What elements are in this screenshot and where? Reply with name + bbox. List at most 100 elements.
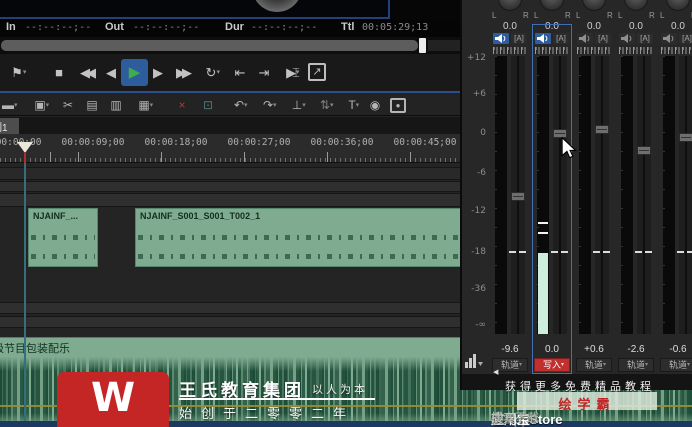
scrollbar-thumb[interactable] (1, 40, 418, 51)
fader-handle[interactable] (679, 133, 692, 142)
automation-mode-dropdown[interactable]: 轨道 ▾ (576, 358, 612, 372)
solo-button[interactable]: [A] (511, 33, 527, 44)
automation-mode-dropdown[interactable]: 轨道 ▾ (618, 358, 654, 372)
fader-db-value[interactable]: -9.6 (487, 344, 533, 355)
pan-value[interactable]: 0.0 (491, 21, 529, 32)
paste-button[interactable]: ▥ (107, 97, 125, 114)
title-tool-button[interactable]: T ▾ (340, 97, 364, 114)
pan-knob[interactable] (540, 0, 564, 11)
redo-dropdown-icon[interactable]: ▾ (273, 97, 277, 114)
mixer-channel-5: LR0.0[A]-0.6轨道 ▾ (659, 0, 692, 390)
pan-knob[interactable] (498, 0, 522, 11)
save-button[interactable]: ▣ ▾ (27, 97, 53, 114)
pan-left-label: L (492, 11, 497, 20)
voiceover-button[interactable]: ● (390, 98, 406, 113)
audio-clip-1-name: NJAINF_... (33, 211, 79, 221)
add-cut-point-dropdown-icon[interactable]: ▾ (302, 97, 306, 114)
fader-track[interactable] (677, 56, 692, 334)
fader-track[interactable] (593, 56, 610, 334)
solo-button[interactable]: [A] (637, 33, 653, 44)
automation-dropdown-arrow[interactable]: ▾ (519, 359, 522, 371)
unity-mark-right (603, 251, 610, 253)
copy-button[interactable]: ▤ (83, 97, 101, 114)
mixer-channel-1: L R 0.0 [A] -9.6 轨道 ▾ (491, 0, 529, 390)
mixer-channel-strips: L R 0.0 [A] -9.6 轨道 ▾ L R 0.0 [A] 0.0 写入 ▾ L R 0.0 [A] +… (462, 0, 692, 390)
out-value: --:--:--;-- (133, 22, 200, 33)
monitor-speaker-icon[interactable]: ◀ (493, 368, 498, 376)
level-meter (579, 56, 591, 334)
add-cut-point-button[interactable]: ⊥ ▾ (284, 97, 310, 114)
delete-button[interactable]: × (174, 97, 190, 114)
jump-to-in-button[interactable]: ⇤ (231, 62, 249, 84)
save-dropdown-icon[interactable]: ▾ (46, 97, 50, 114)
unity-mark-right (645, 251, 652, 253)
redo-button[interactable]: ↷ ▾ (255, 97, 281, 114)
fader-db-value[interactable]: +0.6 (571, 344, 617, 355)
automation-dropdown-arrow[interactable]: ▾ (687, 359, 690, 371)
next-edit-point-button[interactable]: ▶⌶ ▾ (277, 62, 305, 84)
playhead-ruler-line (24, 152, 26, 163)
fader-track[interactable] (635, 56, 652, 334)
play-button[interactable]: ▶ (121, 59, 148, 86)
speaker-mute-button[interactable] (619, 33, 635, 44)
fast-forward-button[interactable]: ▶▶ (168, 62, 196, 84)
pan-scale-ticks (619, 47, 653, 54)
pan-knob[interactable] (624, 0, 648, 11)
undo-button[interactable]: ↶ ▾ (226, 97, 252, 114)
timeline-menu-dropdown-icon[interactable]: ▾ (14, 97, 18, 114)
timeline-menu-button[interactable]: ▬ ▾ (0, 97, 18, 114)
cut-button[interactable]: ✂ (59, 97, 77, 114)
capture-button[interactable]: ◉ (366, 97, 384, 114)
pan-value[interactable]: 0.0 (575, 21, 613, 32)
undo-dropdown-icon[interactable]: ▾ (244, 97, 248, 114)
fader-db-value[interactable]: -2.6 (613, 344, 659, 355)
next-frame-button[interactable]: ▶ (150, 62, 166, 84)
automation-dropdown-arrow[interactable]: ▾ (645, 359, 648, 371)
clip1-waveform-left (31, 235, 95, 240)
ruler-label: 00:00:18;00 (144, 137, 208, 148)
pan-left-label: L (618, 11, 623, 20)
loop-playback-button[interactable]: ↻ ▾ (198, 62, 224, 84)
speaker-mute-button[interactable] (577, 33, 593, 44)
duplicate-button[interactable]: ▦ ▾ (131, 97, 157, 114)
pan-value[interactable]: 0.0 (617, 21, 655, 32)
rewind-button[interactable]: ◀◀ (72, 62, 100, 84)
solo-button[interactable]: [A] (595, 33, 611, 44)
level-meter (621, 56, 633, 334)
playhead-line[interactable] (24, 163, 26, 427)
ttl-value: 00:05:29;13 (362, 22, 429, 33)
stop-button[interactable]: ■ (50, 62, 68, 84)
scrollbar-handle[interactable] (419, 38, 426, 53)
ripple-mode-button[interactable]: ⇅ ▾ (312, 97, 338, 114)
speaker-mute-button[interactable] (493, 33, 509, 44)
marker-flag-button[interactable]: ⚑ ▾ (6, 62, 28, 84)
title-tool-dropdown-icon[interactable]: ▾ (356, 97, 360, 114)
jump-to-out-button[interactable]: ⇥ (255, 62, 273, 84)
watermark-underline (179, 398, 375, 400)
automation-dropdown-arrow[interactable]: ▾ (603, 359, 606, 371)
pan-left-label: L (534, 11, 539, 20)
solo-button[interactable]: [A] (679, 33, 692, 44)
fader-handle[interactable] (637, 146, 651, 156)
loop-playback-dropdown-icon[interactable]: ▾ (216, 62, 220, 84)
ripple-mode-dropdown-icon[interactable]: ▾ (330, 97, 334, 114)
fader-track[interactable] (509, 56, 526, 334)
export-button[interactable]: ↗ (308, 63, 326, 81)
previous-frame-button[interactable]: ◀ (103, 62, 119, 84)
fader-handle[interactable] (595, 125, 609, 135)
sequence-tab[interactable]: 列1 (0, 118, 19, 134)
ruler-label: 00:00:36;00 (310, 137, 374, 148)
automation-mode-dropdown[interactable]: 轨道 ▾ (660, 358, 692, 372)
marker-flag-dropdown-icon[interactable]: ▾ (23, 62, 27, 84)
pan-knob[interactable] (582, 0, 606, 11)
fader-handle[interactable] (511, 191, 525, 201)
music-clip-name: 级节目包装配乐 (0, 343, 70, 355)
pan-knob[interactable] (666, 0, 690, 11)
speaker-mute-button[interactable] (661, 33, 677, 44)
fader-db-value[interactable]: -0.6 (655, 344, 692, 355)
meter-options-button[interactable] (464, 352, 484, 370)
sync-mode-button[interactable]: ⊡ (199, 97, 217, 114)
duplicate-dropdown-icon[interactable]: ▾ (150, 97, 154, 114)
audio-clip-1[interactable]: NJAINF_... (28, 208, 98, 267)
pan-value[interactable]: 0.0 (659, 21, 692, 32)
